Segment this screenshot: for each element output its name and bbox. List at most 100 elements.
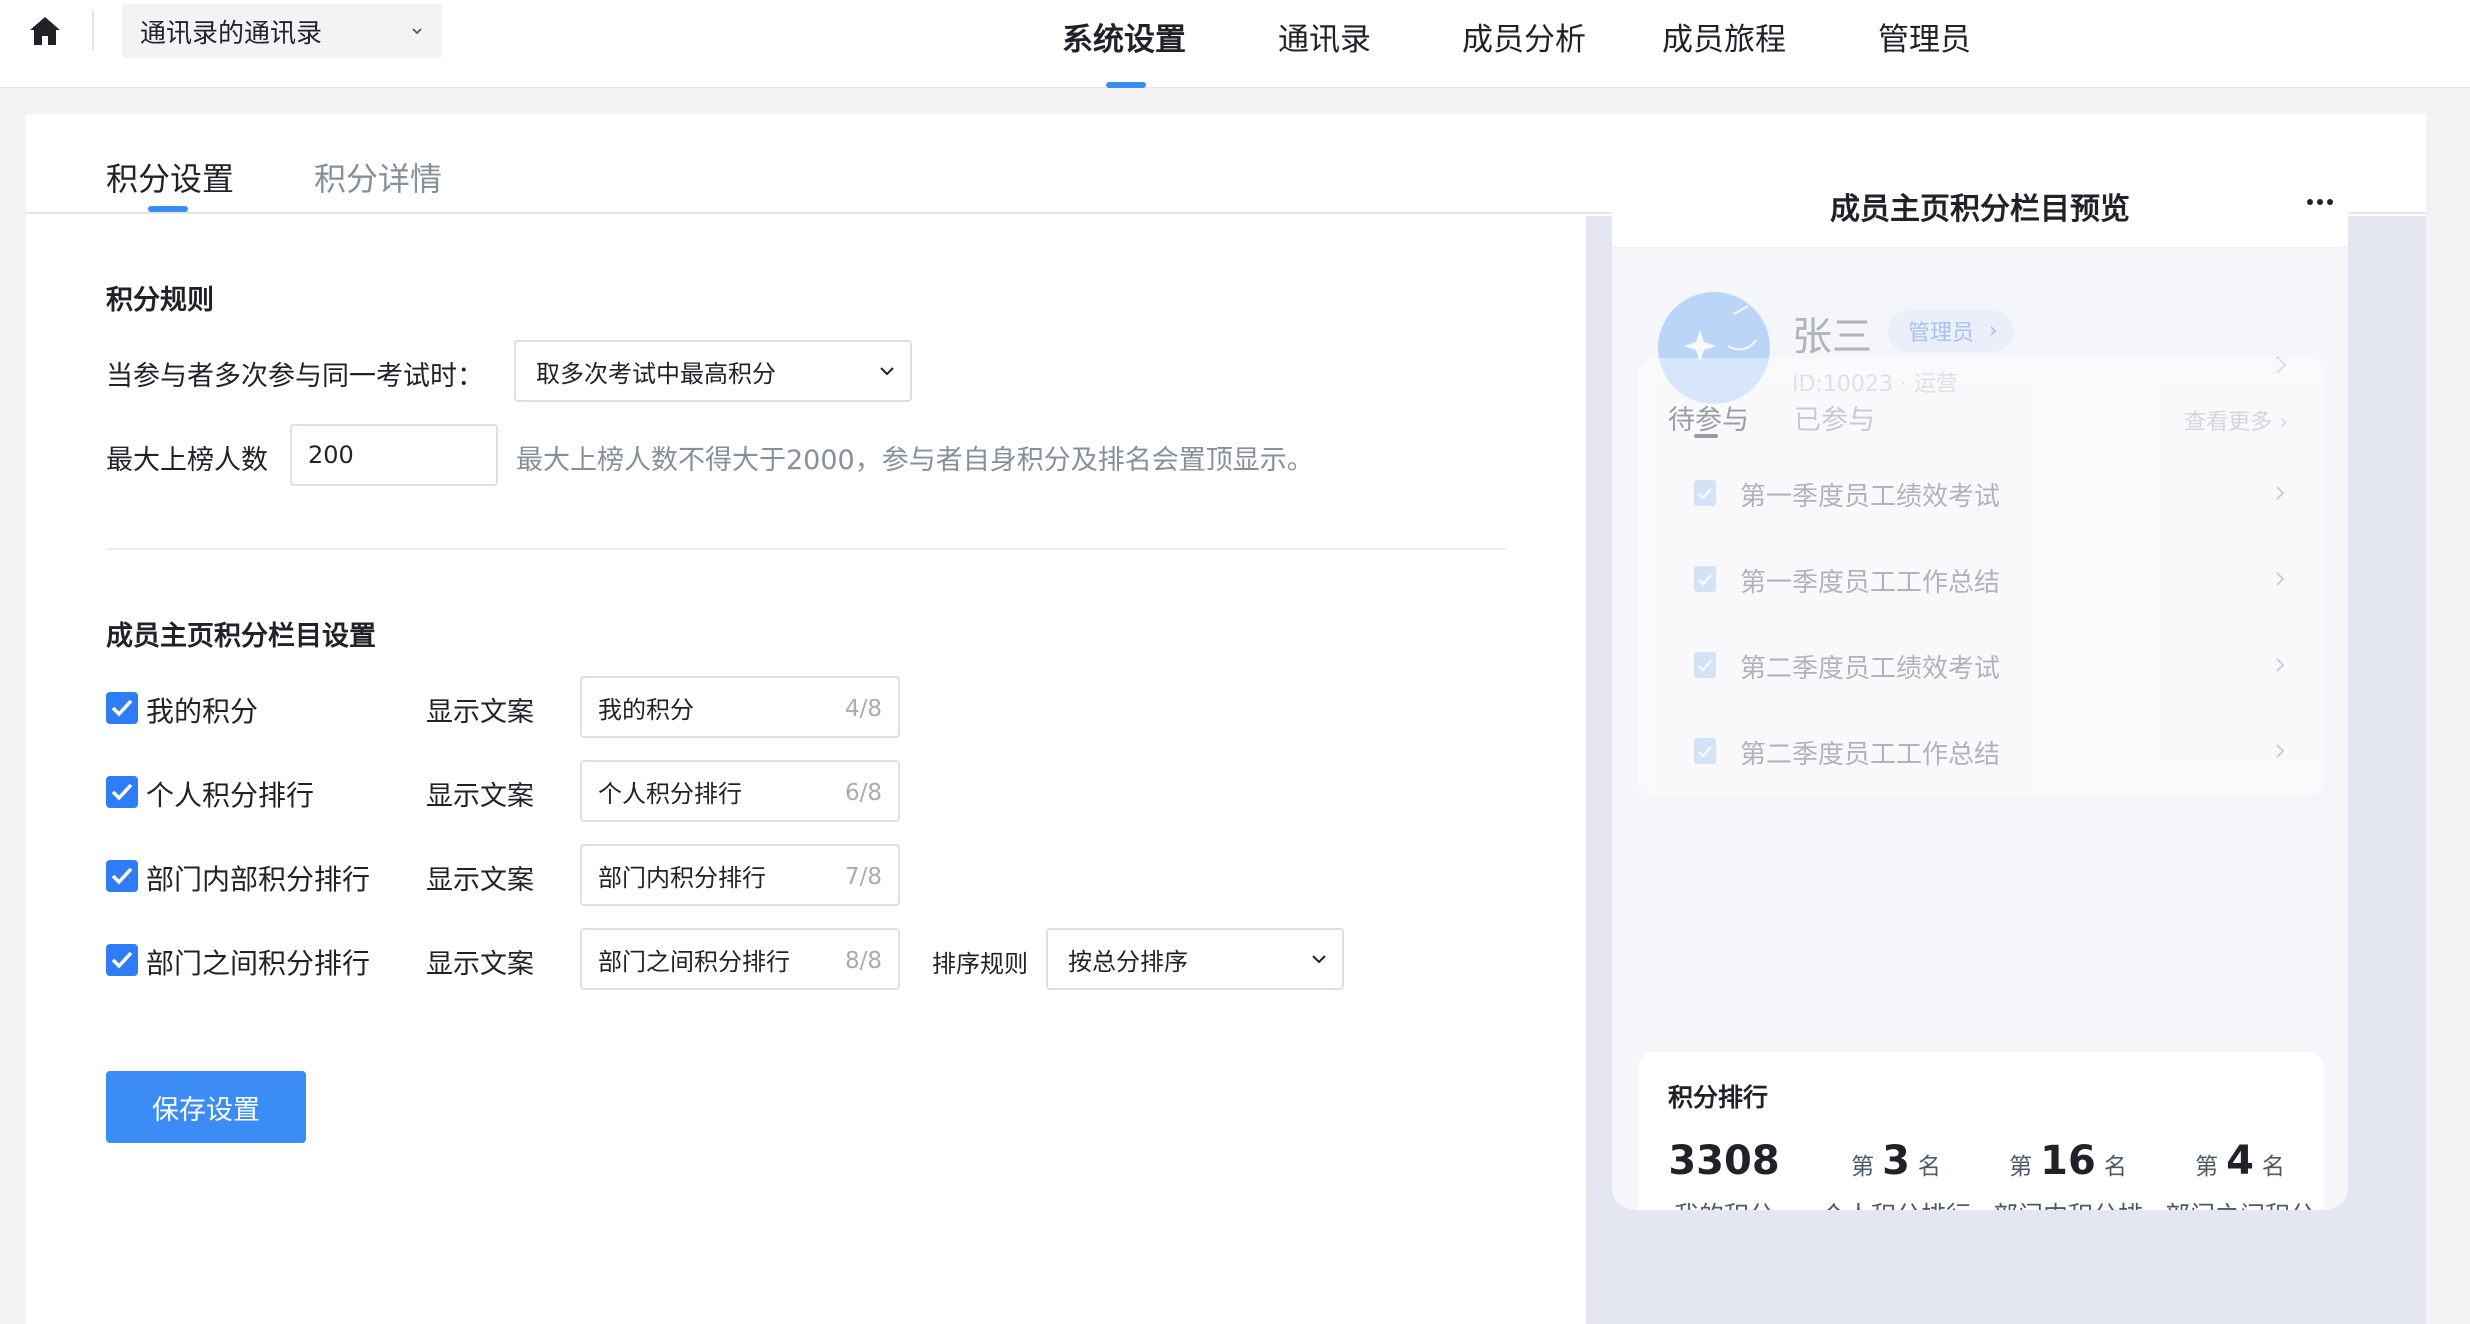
rules-section-title: 积分规则	[106, 285, 214, 316]
ranking-title: 积分排行	[1668, 1083, 1769, 1112]
char-counter: 8/8	[844, 948, 882, 974]
nav-tab-member-analysis[interactable]: 成员分析	[1462, 0, 1586, 88]
personal-rank-label: 个人积分排行	[1810, 1198, 1982, 1210]
checkbox-dept-between-rank[interactable]	[106, 944, 138, 976]
checkbox-my-points[interactable]	[106, 692, 138, 724]
task-item[interactable]: 第二季度员工工作总结	[1692, 728, 2302, 778]
home-icon[interactable]	[28, 14, 62, 48]
display-text-label: 显示文案	[426, 697, 534, 728]
columns-section-title: 成员主页积分栏目设置	[106, 621, 376, 652]
nav-tab-system-settings[interactable]: 系统设置	[1062, 0, 1186, 88]
check-icon	[111, 783, 133, 801]
sort-rule-label: 排序规则	[932, 950, 1028, 978]
document-check-icon	[1694, 480, 1716, 506]
role-badge[interactable]: 管理员	[1888, 310, 2015, 352]
task-item[interactable]: 第一季度员工绩效考试	[1692, 470, 2302, 520]
ranking-card: 积分排行 3308 我的积分 第3名 个人积分排行 第16名 部门内积分排行 第…	[1638, 1052, 2324, 1210]
rank-dept-between: 第4名 部门之间积分排行	[2154, 1132, 2326, 1210]
task-label: 第一季度员工绩效考试	[1740, 482, 2001, 512]
check-icon	[111, 867, 133, 885]
char-counter: 4/8	[844, 696, 882, 722]
dept-between-rank-label: 部门之间积分排行	[2154, 1198, 2326, 1210]
my-points-label: 我的积分	[1638, 1198, 1810, 1210]
nav-tab-member-journey[interactable]: 成员旅程	[1662, 0, 1786, 88]
task-label: 第二季度员工工作总结	[1740, 740, 2001, 770]
display-text-value: 我的积分	[598, 695, 694, 724]
document-check-icon	[1694, 652, 1716, 678]
tab-points-details[interactable]: 积分详情	[314, 154, 442, 200]
max-ranking-input[interactable]: 200	[290, 424, 498, 486]
nav-active-indicator	[1106, 82, 1146, 88]
view-more-link[interactable]: 查看更多 ›	[2184, 404, 2288, 436]
column-row-personal-rank: 个人积分排行 显示文案 个人积分排行 6/8	[106, 760, 1406, 822]
display-text-value: 部门之间积分排行	[598, 947, 790, 976]
rank-suffix: 名	[1917, 1154, 1941, 1180]
document-check-icon	[1694, 566, 1716, 592]
repeat-exam-select[interactable]: 取多次考试中最高积分	[514, 340, 912, 402]
sort-rule-select[interactable]: 按总分排序	[1046, 928, 1344, 990]
tasks-tab-indicator	[1694, 434, 1718, 438]
tab-participated[interactable]: 已参与	[1794, 398, 1875, 437]
topbar-divider	[92, 10, 94, 50]
sub-tab-indicator	[148, 206, 188, 212]
org-selector[interactable]: 通讯录的通讯录	[122, 4, 442, 58]
more-icon[interactable]	[2306, 198, 2334, 206]
nav-tab-admin[interactable]: 管理员	[1878, 0, 1971, 88]
dept-inner-rank-label: 部门内积分排行	[1982, 1198, 2154, 1210]
chevron-right-icon	[1990, 326, 1997, 336]
sort-rule-value: 按总分排序	[1068, 947, 1188, 976]
preview-title: 成员主页积分栏目预览	[1830, 192, 2130, 227]
chevron-down-icon	[1312, 955, 1326, 964]
max-ranking-value: 200	[308, 441, 354, 469]
display-text-input[interactable]: 部门内积分排行 7/8	[580, 844, 900, 906]
task-item[interactable]: 第二季度员工绩效考试	[1692, 642, 2302, 692]
chevron-right-icon	[2276, 744, 2285, 758]
org-selector-label: 通讯录的通讯录	[140, 18, 323, 49]
role-badge-label: 管理员	[1908, 321, 1975, 346]
save-settings-button[interactable]: 保存设置	[106, 1071, 306, 1143]
column-label: 部门内部积分排行	[146, 863, 371, 896]
top-nav-bar: 通讯录的通讯录 系统设置 通讯录 成员分析 成员旅程 管理员	[0, 0, 2470, 88]
nav-tab-contacts[interactable]: 通讯录	[1278, 0, 1371, 88]
display-text-input[interactable]: 部门之间积分排行 8/8	[580, 928, 900, 990]
display-text-label: 显示文案	[426, 781, 534, 812]
tasks-card: 待参与 已参与 查看更多 › 第一季度员工绩效考试 第一季度员工工作总结 第二季…	[1638, 358, 2324, 796]
column-row-dept-inner-rank: 部门内部积分排行 显示文案 部门内积分排行 7/8	[106, 844, 1406, 906]
document-check-icon	[1694, 738, 1716, 764]
char-counter: 7/8	[844, 864, 882, 890]
tab-points-settings[interactable]: 积分设置	[106, 154, 234, 200]
chevron-right-icon	[2276, 658, 2285, 672]
column-label: 个人积分排行	[146, 779, 315, 812]
chevron-down-icon	[412, 28, 422, 35]
max-ranking-label: 最大上榜人数	[106, 445, 268, 476]
column-label: 我的积分	[146, 695, 259, 728]
dept-between-rank-value: 4	[2226, 1138, 2254, 1184]
display-text-label: 显示文案	[426, 949, 534, 980]
check-icon	[111, 699, 133, 717]
user-name: 张三	[1792, 314, 1872, 360]
member-home-preview: 成员主页积分栏目预览 张三 管理员 ID:10023 · 运营 待参与 已参与 …	[1612, 154, 2348, 1210]
rank-personal: 第3名 个人积分排行	[1810, 1132, 1982, 1210]
chevron-down-icon	[880, 367, 894, 376]
rank-dept-inner: 第 16 名 部门内积分排行	[1982, 1132, 2154, 1210]
repeat-exam-label: 当参与者多次参与同一考试时：	[106, 361, 484, 392]
display-text-input[interactable]: 我的积分 4/8	[580, 676, 900, 738]
char-counter: 6/8	[844, 780, 882, 806]
task-item[interactable]: 第一季度员工工作总结	[1692, 556, 2302, 606]
checkbox-personal-rank[interactable]	[106, 776, 138, 808]
checkbox-dept-inner-rank[interactable]	[106, 860, 138, 892]
check-icon	[111, 951, 133, 969]
section-divider	[106, 548, 1506, 550]
preview-header: 成员主页积分栏目预览	[1612, 154, 2348, 248]
my-points-value: 3308	[1668, 1138, 1780, 1184]
column-row-my-points: 我的积分 显示文案 我的积分 4/8	[106, 676, 1406, 738]
chevron-right-icon	[2276, 572, 2285, 586]
rank-suffix: 名	[2103, 1154, 2127, 1180]
view-more-label: 查看更多	[2184, 410, 2273, 435]
tab-pending[interactable]: 待参与	[1668, 398, 1749, 437]
personal-rank-value: 3	[1882, 1138, 1910, 1184]
display-text-input[interactable]: 个人积分排行 6/8	[580, 760, 900, 822]
column-row-dept-between-rank: 部门之间积分排行 显示文案 部门之间积分排行 8/8 排序规则 按总分排序	[106, 928, 1406, 990]
dept-inner-rank-value: 16	[2040, 1138, 2096, 1184]
max-ranking-hint: 最大上榜人数不得大于2000，参与者自身积分及排名会置顶显示。	[516, 445, 1314, 476]
